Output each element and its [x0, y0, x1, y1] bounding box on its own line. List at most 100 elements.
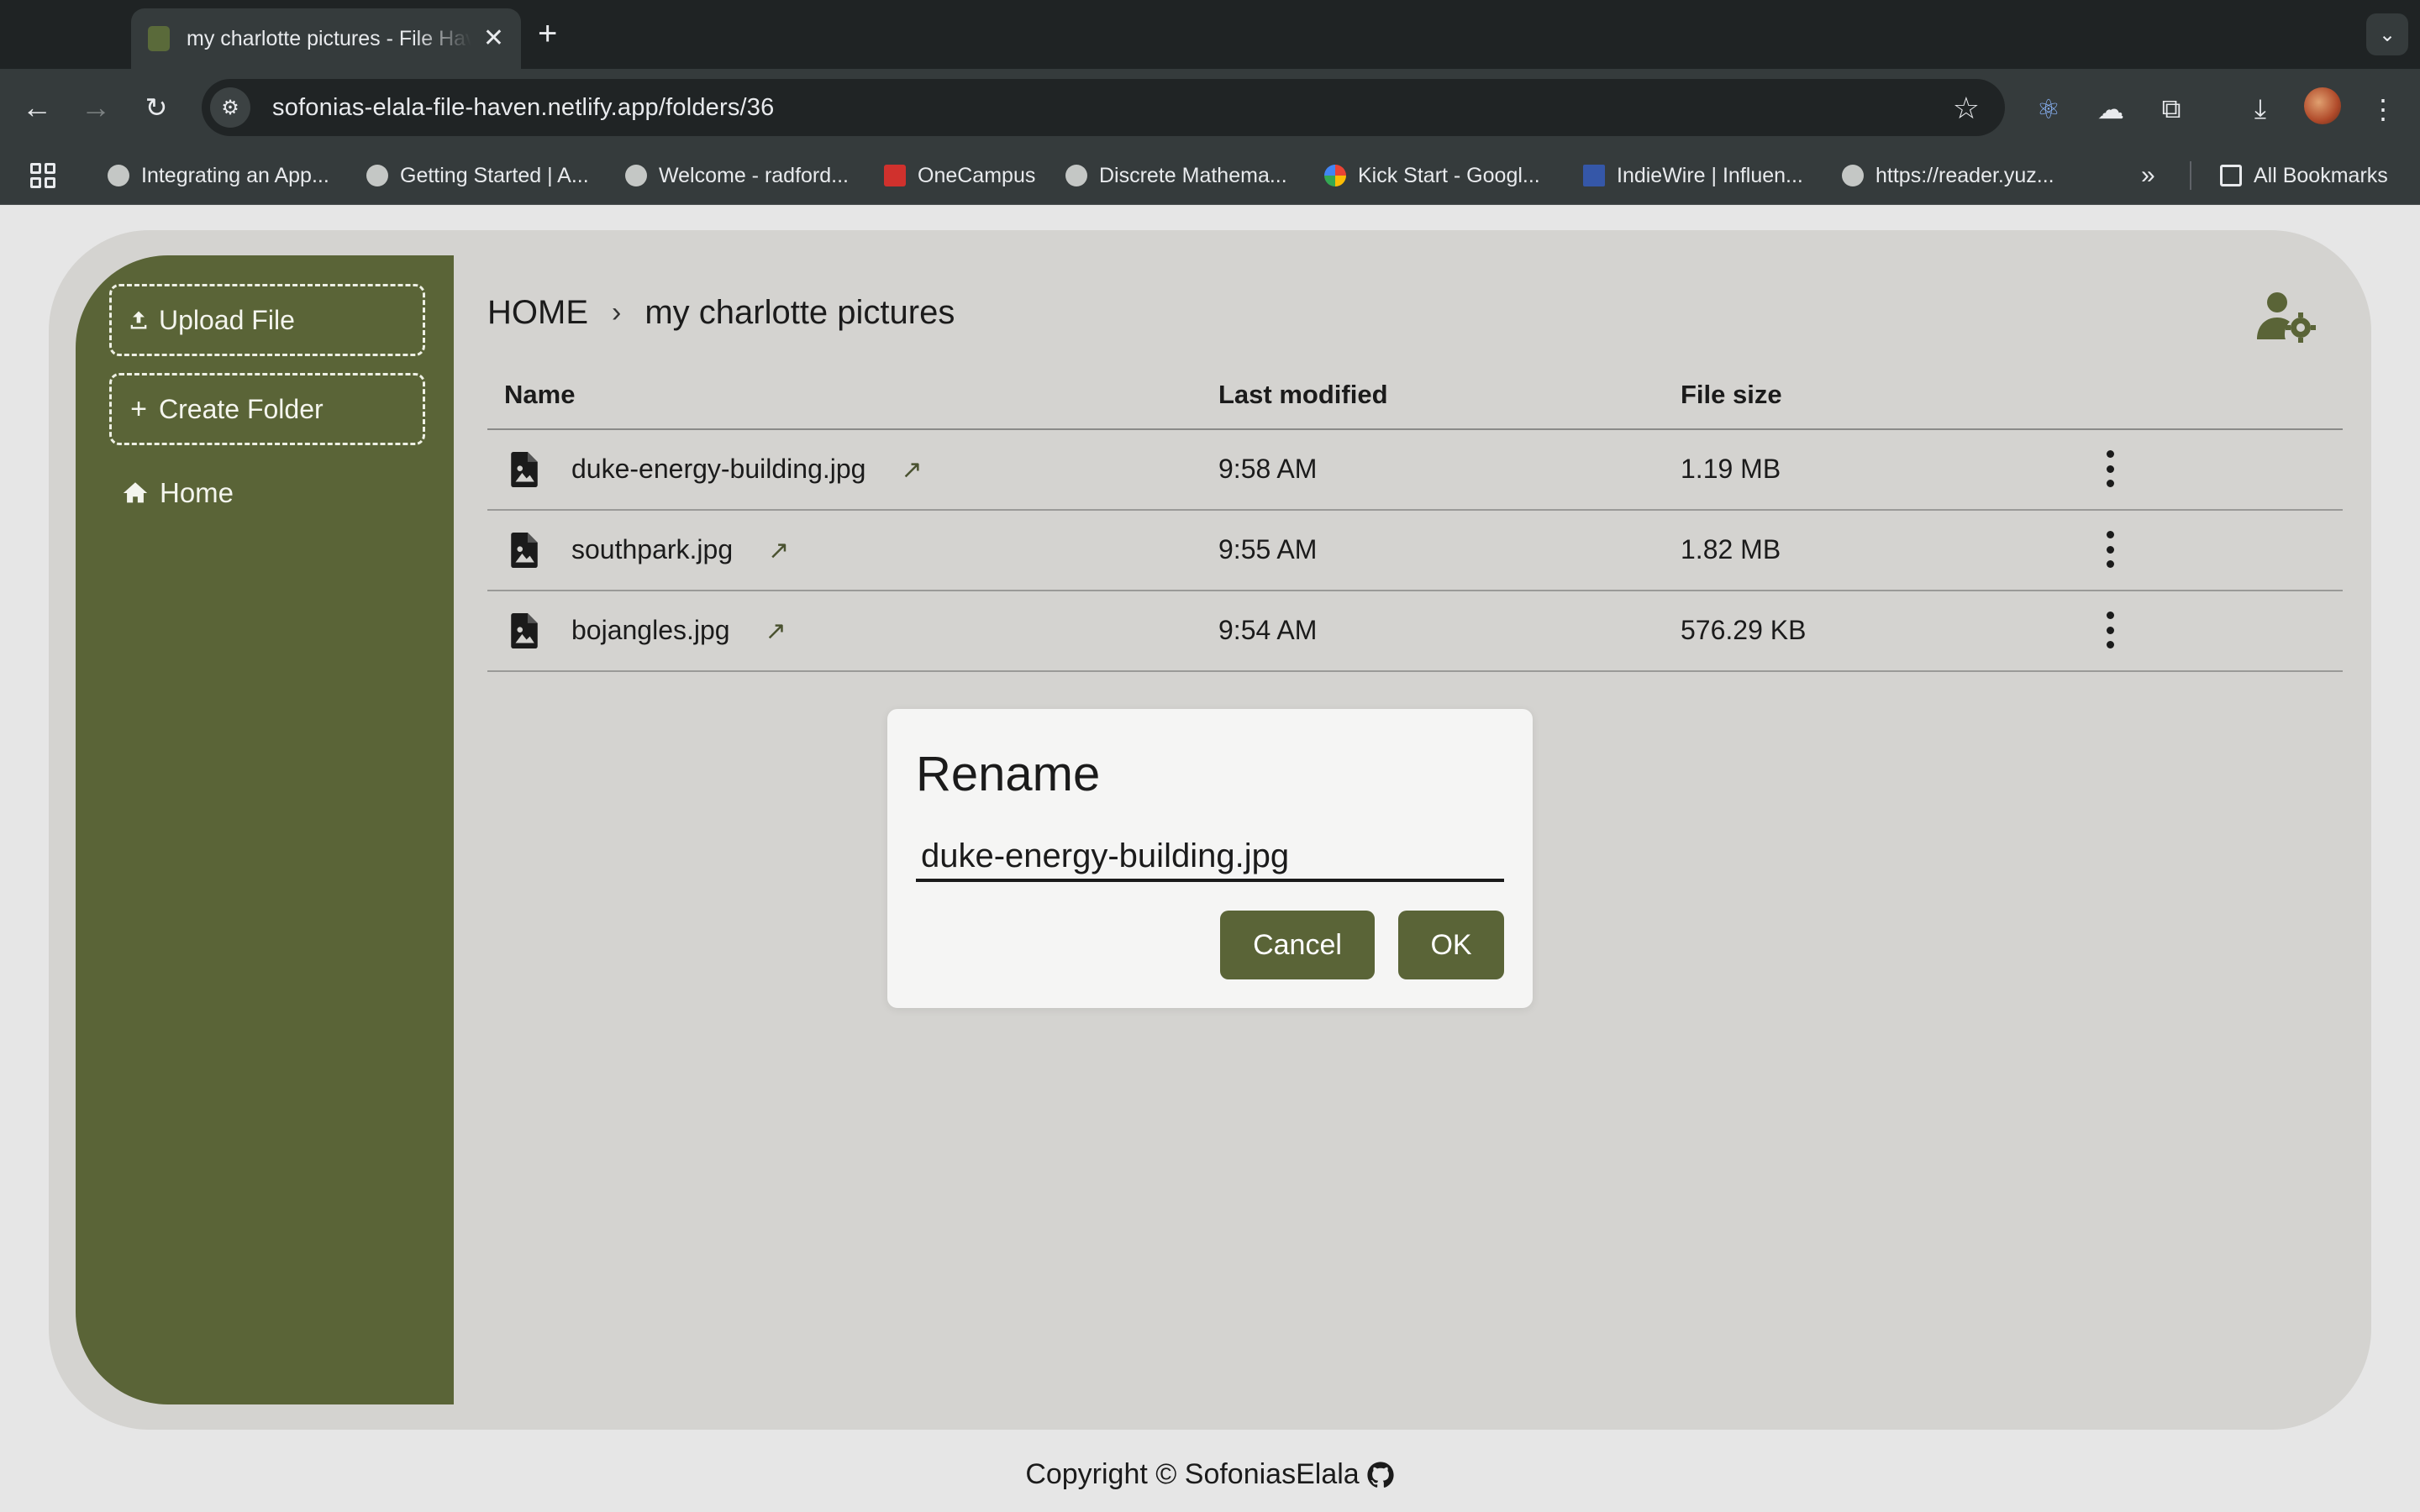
- react-devtools-extension-icon[interactable]: ⚛: [2030, 91, 2067, 128]
- bookmark-label: https://reader.yuz...: [1876, 163, 2054, 187]
- bookmark-label: OneCampus: [918, 163, 1036, 187]
- more-options-icon[interactable]: [2105, 450, 2115, 487]
- create-folder-label: Create Folder: [159, 393, 324, 424]
- column-header-modified[interactable]: Last modified: [1218, 380, 1388, 410]
- bookmark-label: Integrating an App...: [141, 163, 329, 187]
- file-name[interactable]: bojangles.jpg: [571, 615, 730, 645]
- bookmark-item[interactable]: Discrete Mathema...: [1065, 161, 1287, 190]
- dialog-title: Rename: [916, 747, 1101, 801]
- sidebar-item-home[interactable]: Home: [121, 477, 234, 509]
- more-options-icon[interactable]: [2105, 531, 2115, 568]
- bookmark-star-icon[interactable]: ☆: [1953, 91, 1980, 126]
- globe-icon: [108, 165, 129, 186]
- extensions-puzzle-icon[interactable]: ⧉: [2153, 91, 2190, 128]
- footer: Copyright © SofoniasElala: [0, 1458, 2420, 1491]
- file-size: 1.82 MB: [1681, 534, 1781, 564]
- bookmark-item[interactable]: Getting Started | A...: [366, 161, 589, 190]
- apps-grid-icon[interactable]: [30, 163, 55, 188]
- bookmark-item[interactable]: Kick Start - Googl...: [1324, 161, 1540, 190]
- google-icon: [1324, 165, 1346, 186]
- more-bookmarks-chevron-icon[interactable]: »: [2141, 161, 2155, 190]
- cancel-button[interactable]: Cancel: [1220, 911, 1375, 979]
- file-modified: 9:58 AM: [1218, 454, 1318, 484]
- create-folder-button[interactable]: + Create Folder: [109, 373, 425, 445]
- file-table: Name Last modified File size duke-energy…: [487, 370, 2343, 672]
- open-external-arrow-icon[interactable]: ↗: [768, 537, 789, 564]
- globe-icon: [1065, 165, 1087, 186]
- reload-icon[interactable]: ↻: [136, 87, 176, 128]
- folder-icon: [2220, 165, 2242, 186]
- browser-menu-icon[interactable]: ⋮: [2365, 91, 2402, 128]
- more-options-icon[interactable]: [2105, 612, 2115, 648]
- tab-title: my charlotte pictures - File Haven: [187, 26, 471, 50]
- table-row[interactable]: duke-energy-building.jpg ↗ 9:58 AM 1.19 M…: [487, 430, 2343, 511]
- bookmark-label: IndieWire | Influen...: [1617, 163, 1803, 187]
- cloud-extension-icon[interactable]: ☁: [2092, 91, 2129, 128]
- bookmarks-bar: Integrating an App... Getting Started | …: [0, 146, 2420, 205]
- breadcrumb-home-link[interactable]: HOME: [487, 294, 588, 332]
- breadcrumb: HOME › my charlotte pictures: [487, 294, 955, 332]
- address-bar[interactable]: ⚙ sofonias-elala-file-haven.netlify.app/…: [202, 79, 2005, 136]
- breadcrumb-current: my charlotte pictures: [644, 294, 955, 331]
- browser-tab-active[interactable]: my charlotte pictures - File Haven ✕: [131, 8, 521, 69]
- column-header-size[interactable]: File size: [1681, 380, 1782, 410]
- back-arrow-icon[interactable]: ←: [17, 87, 57, 128]
- tab-strip: my charlotte pictures - File Haven ✕ + ⌄: [0, 0, 2420, 69]
- onecampus-icon: [884, 165, 906, 186]
- file-modified: 9:54 AM: [1218, 615, 1318, 645]
- site-info-icon[interactable]: ⚙: [210, 87, 250, 128]
- bookmark-item[interactable]: IndieWire | Influen...: [1583, 161, 1803, 190]
- user-settings-icon[interactable]: [2254, 289, 2316, 343]
- open-external-arrow-icon[interactable]: ↗: [901, 456, 922, 484]
- download-icon[interactable]: ⤓: [2242, 91, 2279, 128]
- column-header-name[interactable]: Name: [504, 380, 575, 410]
- github-icon[interactable]: [1366, 1461, 1395, 1489]
- table-row[interactable]: southpark.jpg ↗ 9:55 AM 1.82 MB: [487, 511, 2343, 591]
- file-name[interactable]: southpark.jpg: [571, 534, 733, 564]
- file-size: 576.29 KB: [1681, 615, 1807, 645]
- bookmark-item[interactable]: https://reader.yuz...: [1842, 161, 2054, 190]
- copyright-text: Copyright © SofoniasElala: [1025, 1458, 1360, 1490]
- bookmark-item[interactable]: Integrating an App...: [108, 161, 329, 190]
- globe-icon: [1842, 165, 1864, 186]
- file-haven-favicon-icon: [148, 26, 170, 51]
- bookmark-label: Getting Started | A...: [400, 163, 589, 187]
- image-file-icon: [511, 613, 538, 648]
- bookmarks-divider: [2190, 161, 2191, 190]
- image-file-icon: [511, 452, 538, 487]
- all-bookmarks-label: All Bookmarks: [2254, 163, 2388, 187]
- plus-icon: +: [130, 392, 147, 425]
- url-text: sofonias-elala-file-haven.netlify.app/fo…: [272, 93, 775, 121]
- rename-dialog: Rename Cancel OK: [887, 709, 1533, 1008]
- forward-arrow-icon[interactable]: →: [76, 87, 116, 128]
- sidebar-item-label: Home: [160, 477, 234, 508]
- upload-file-button[interactable]: Upload File: [109, 284, 425, 356]
- bookmark-label: Welcome - radford...: [659, 163, 850, 187]
- bookmark-item[interactable]: OneCampus: [884, 161, 1035, 190]
- globe-icon: [625, 165, 647, 186]
- rename-input[interactable]: [916, 833, 1504, 882]
- file-size: 1.19 MB: [1681, 454, 1781, 484]
- file-modified: 9:55 AM: [1218, 534, 1318, 564]
- new-tab-icon[interactable]: +: [538, 15, 557, 52]
- indiewire-icon: [1583, 165, 1605, 186]
- profile-avatar[interactable]: [2304, 87, 2341, 124]
- globe-icon: [366, 165, 388, 186]
- file-name[interactable]: duke-energy-building.jpg: [571, 454, 865, 484]
- home-icon: [123, 482, 148, 503]
- browser-toolbar: ← → ↻ ⚙ sofonias-elala-file-haven.netlif…: [0, 69, 2420, 146]
- open-external-arrow-icon[interactable]: ↗: [765, 617, 786, 645]
- upload-file-label: Upload File: [159, 304, 295, 335]
- bookmark-label: Kick Start - Googl...: [1358, 163, 1540, 187]
- tab-search-chevron-icon[interactable]: ⌄: [2366, 13, 2408, 55]
- chevron-right-icon: ›: [612, 297, 622, 328]
- sidebar: Upload File + Create Folder Home: [76, 255, 454, 1404]
- ok-button[interactable]: OK: [1398, 911, 1504, 979]
- bookmark-item[interactable]: Welcome - radford...: [625, 161, 849, 190]
- table-header: Name Last modified File size: [487, 370, 2343, 430]
- table-row[interactable]: bojangles.jpg ↗ 9:54 AM 576.29 KB: [487, 591, 2343, 672]
- close-tab-icon[interactable]: ✕: [483, 26, 504, 51]
- image-file-icon: [511, 533, 538, 568]
- upload-icon: [130, 311, 147, 329]
- all-bookmarks-button[interactable]: All Bookmarks: [2220, 161, 2388, 190]
